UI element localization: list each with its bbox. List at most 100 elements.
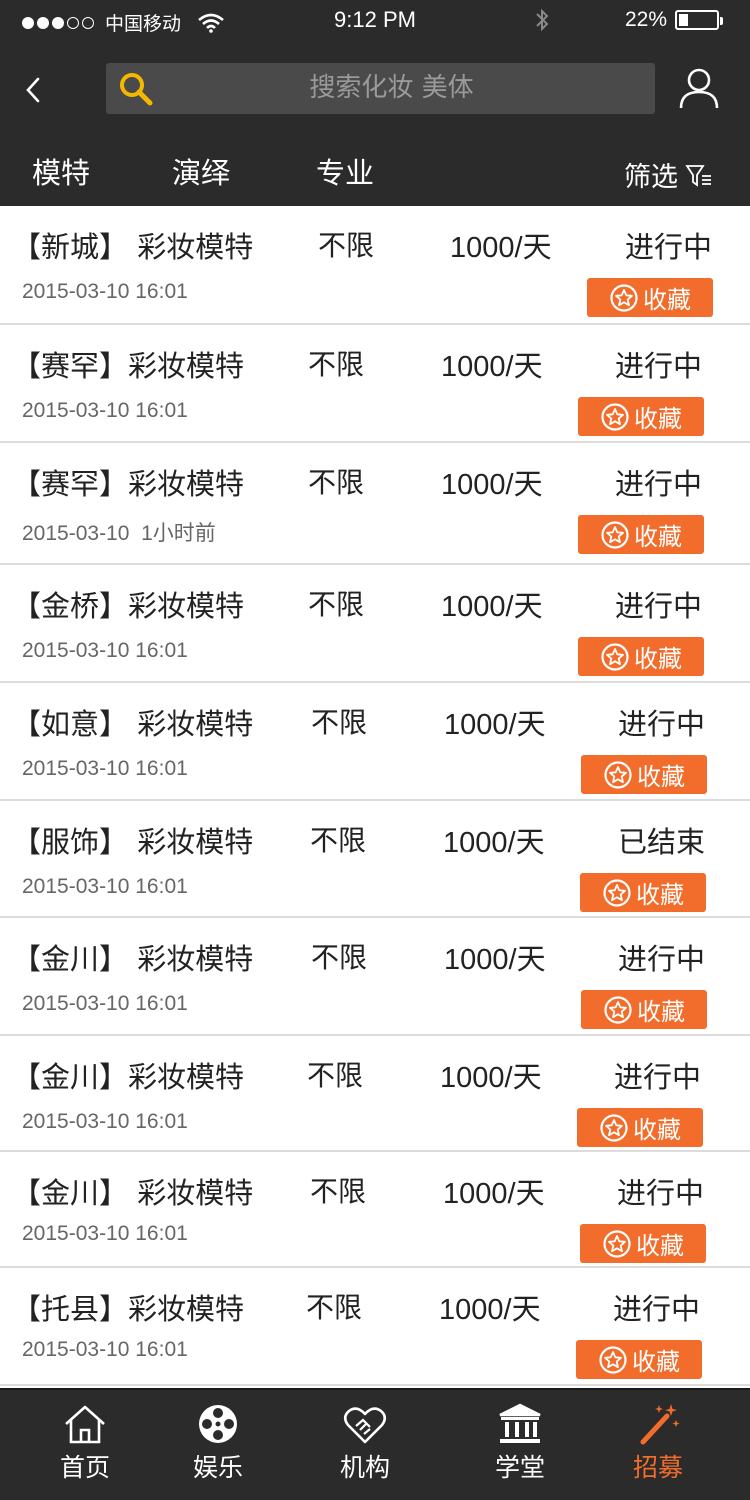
favorite-button[interactable]: 收藏 <box>580 1224 706 1263</box>
star-icon <box>601 642 629 671</box>
tabbar-item-institution[interactable]: 机构 <box>315 1402 415 1484</box>
star-icon <box>603 1229 631 1258</box>
favorite-label: 收藏 <box>634 405 682 433</box>
search-input[interactable]: 搜索化妆 美体 <box>106 63 655 114</box>
favorite-button[interactable]: 收藏 <box>578 515 704 554</box>
search-placeholder: 搜索化妆 美体 <box>309 73 474 103</box>
star-icon <box>610 283 638 312</box>
item-title: 【服饰】 彩妆模特 <box>12 825 254 859</box>
favorite-button[interactable]: 收藏 <box>581 990 707 1029</box>
filter-button[interactable]: 筛选 <box>624 155 714 194</box>
tabbar-item-academy[interactable]: 学堂 <box>470 1402 570 1484</box>
item-title: 【金桥】彩妆模特 <box>12 589 245 623</box>
home-icon <box>65 1405 105 1444</box>
item-status: 进行中 <box>615 467 703 501</box>
item-title: 【金川】 彩妆模特 <box>12 1176 254 1210</box>
item-pay: 1000/天 <box>440 1062 542 1094</box>
item-status: 进行中 <box>618 707 706 741</box>
item-limit: 不限 <box>308 588 365 621</box>
favorite-label: 收藏 <box>632 1348 680 1376</box>
tabbar-label: 娱乐 <box>192 1453 243 1482</box>
item-limit: 不限 <box>318 229 375 262</box>
item-date: 2015-03-10 16:01 <box>22 992 188 1015</box>
favorite-button[interactable]: 收藏 <box>576 1340 702 1379</box>
favorite-button[interactable]: 收藏 <box>581 755 707 794</box>
list-item[interactable]: 【金川】彩妆模特 不限 1000/天 进行中 2015-03-10 16:01 … <box>0 1036 750 1152</box>
favorite-button[interactable]: 收藏 <box>587 278 713 317</box>
list-item[interactable]: 【金川】 彩妆模特 不限 1000/天 进行中 2015-03-10 16:01… <box>0 1152 750 1268</box>
favorite-button[interactable]: 收藏 <box>578 637 704 676</box>
tab-model[interactable]: 模特 <box>32 150 90 192</box>
list-item[interactable]: 【如意】 彩妆模特 不限 1000/天 进行中 2015-03-10 16:01… <box>0 683 750 801</box>
favorite-label: 收藏 <box>643 286 691 314</box>
item-limit: 不限 <box>307 1059 364 1092</box>
item-pay: 1000/天 <box>443 1178 545 1210</box>
tab-performance[interactable]: 演绎 <box>172 150 230 192</box>
star-icon <box>601 520 629 549</box>
favorite-label: 收藏 <box>634 523 682 551</box>
item-status: 进行中 <box>615 349 703 383</box>
item-date: 2015-03-10 16:01 <box>22 399 188 422</box>
tabbar-item-recruit[interactable]: 招募 <box>608 1402 708 1484</box>
item-pay: 1000/天 <box>441 591 543 623</box>
item-limit: 不限 <box>311 706 368 739</box>
favorite-button[interactable]: 收藏 <box>580 873 706 912</box>
item-pay: 1000/天 <box>443 827 545 859</box>
star-icon <box>604 760 632 789</box>
list-item[interactable]: 【赛罕】彩妆模特 不限 1000/天 进行中 2015-03-10 1小时前 收… <box>0 443 750 565</box>
item-limit: 不限 <box>310 1175 367 1208</box>
institution-icon <box>499 1403 541 1443</box>
item-status: 进行中 <box>614 1060 702 1094</box>
list-item[interactable]: 【服饰】 彩妆模特 不限 1000/天 已结束 2015-03-10 16:01… <box>0 801 750 918</box>
favorite-label: 收藏 <box>636 881 684 909</box>
item-date: 2015-03-10 16:01 <box>22 639 188 662</box>
item-date: 2015-03-10 16:01 <box>22 1222 188 1245</box>
list-item[interactable]: 【金桥】彩妆模特 不限 1000/天 进行中 2015-03-10 16:01 … <box>0 565 750 683</box>
favorite-button[interactable]: 收藏 <box>577 1108 703 1147</box>
category-tabs: 模特 演绎 专业 筛选 <box>0 140 750 206</box>
item-title: 【金川】 彩妆模特 <box>12 942 254 976</box>
item-pay: 1000/天 <box>441 351 543 383</box>
item-date: 2015-03-10 16:01 <box>22 1338 188 1361</box>
user-profile-button[interactable] <box>678 66 720 112</box>
tabbar-label: 招募 <box>632 1453 683 1482</box>
bottom-tab-bar: 首页 娱乐 机构 学堂 招募 <box>0 1388 750 1500</box>
tabbar-item-entertainment[interactable]: 娱乐 <box>168 1402 268 1484</box>
star-icon <box>599 1345 627 1374</box>
item-title: 【托县】彩妆模特 <box>12 1292 245 1326</box>
magic-wand-icon <box>640 1404 680 1445</box>
item-status: 进行中 <box>613 1292 701 1326</box>
item-limit: 不限 <box>306 1291 363 1324</box>
list-item[interactable]: 【托县】彩妆模特 不限 1000/天 进行中 2015-03-10 16:01 … <box>0 1268 750 1386</box>
battery-percentage: 22% <box>625 8 668 31</box>
tabbar-item-home[interactable]: 首页 <box>35 1402 135 1484</box>
item-pay: 1000/天 <box>444 709 546 741</box>
star-icon <box>604 995 632 1024</box>
back-button[interactable] <box>18 72 48 108</box>
item-date: 2015-03-10 16:01 <box>22 280 188 303</box>
filter-icon <box>685 164 711 187</box>
item-date: 2015-03-10 16:01 <box>22 757 188 780</box>
star-icon <box>601 402 629 431</box>
item-status: 已结束 <box>618 825 706 859</box>
item-title: 【如意】 彩妆模特 <box>12 707 254 741</box>
user-icon <box>679 68 719 109</box>
item-limit: 不限 <box>310 824 367 857</box>
tab-professional[interactable]: 专业 <box>316 150 374 192</box>
item-title: 【金川】彩妆模特 <box>12 1060 245 1094</box>
item-limit: 不限 <box>308 348 365 381</box>
recruitment-list: 【新城】 彩妆模特 不限 1000/天 进行中 2015-03-10 16:01… <box>0 206 750 1386</box>
list-item[interactable]: 【金川】 彩妆模特 不限 1000/天 进行中 2015-03-10 16:01… <box>0 918 750 1036</box>
favorite-button[interactable]: 收藏 <box>578 397 704 436</box>
list-item[interactable]: 【赛罕】彩妆模特 不限 1000/天 进行中 2015-03-10 16:01 … <box>0 325 750 443</box>
favorite-label: 收藏 <box>637 998 685 1026</box>
filter-label: 筛选 <box>624 162 678 193</box>
item-limit: 不限 <box>311 941 368 974</box>
item-title: 【新城】 彩妆模特 <box>12 230 254 264</box>
item-date: 2015-03-10 1小时前 <box>22 522 216 545</box>
item-pay: 1000/天 <box>441 469 543 501</box>
item-status: 进行中 <box>618 942 706 976</box>
chevron-left-icon <box>26 77 40 103</box>
tabbar-label: 学堂 <box>494 1453 545 1482</box>
list-item[interactable]: 【新城】 彩妆模特 不限 1000/天 进行中 2015-03-10 16:01… <box>0 206 750 325</box>
